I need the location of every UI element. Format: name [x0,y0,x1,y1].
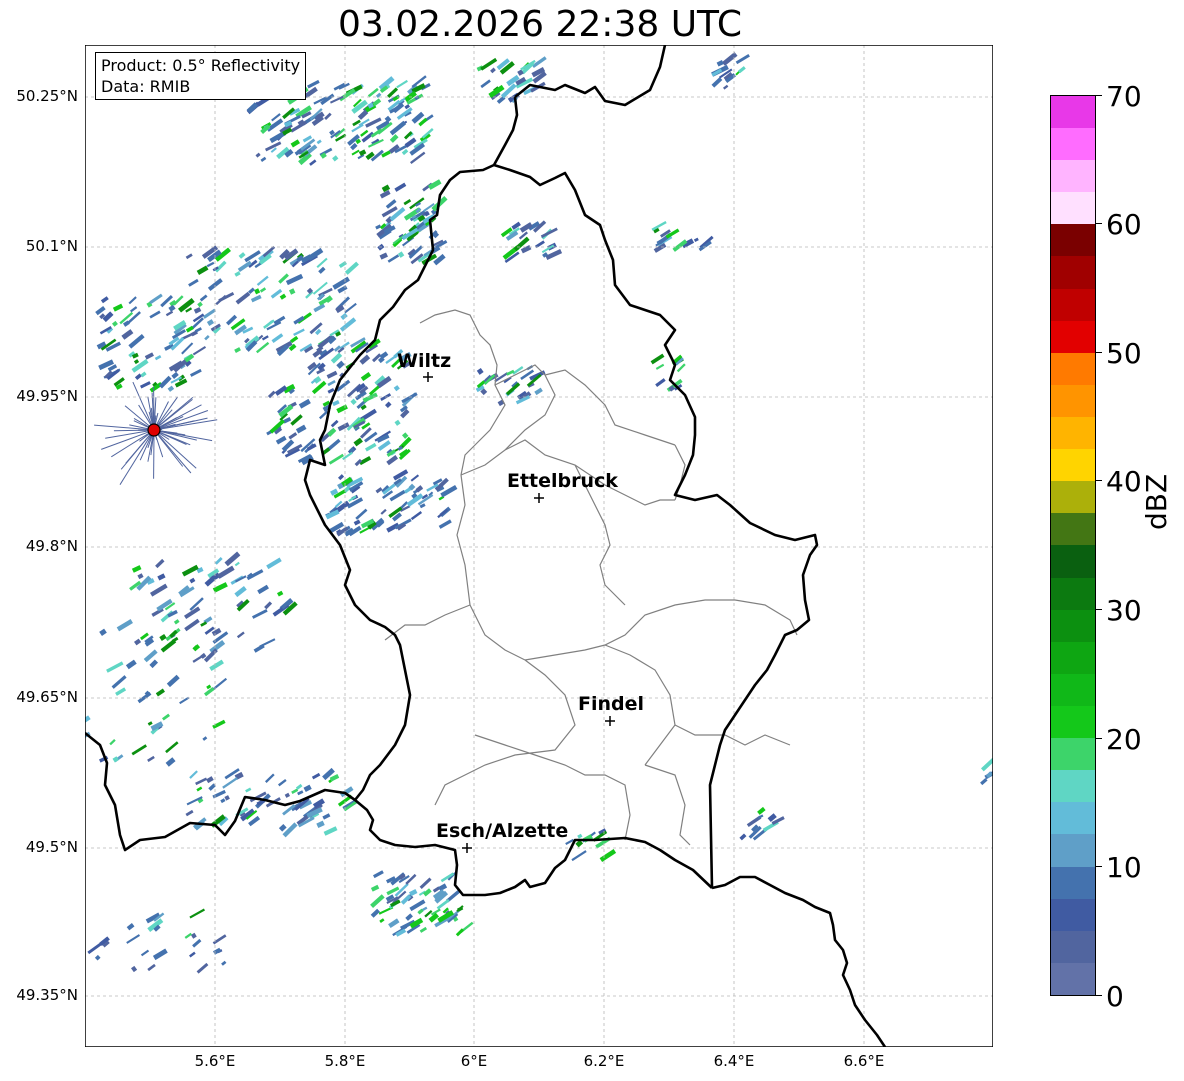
colorbar-segment [1051,770,1095,803]
lat-label-49.5: 49.5°N [25,838,78,856]
lon-label-5.6: 5.6°E [194,1052,236,1070]
colorbar-segment [1051,449,1095,482]
map-title: 03.02.2026 22:38 UTC [337,4,743,45]
colorbar-segment [1051,224,1095,257]
colorbar-segment [1051,256,1095,289]
radar-map [85,45,993,1047]
colorbar-segment [1051,898,1095,931]
colorbar-segment [1051,128,1095,161]
lat-label-49.65: 49.65°N [16,688,78,706]
colorbar-segment [1051,160,1095,193]
colorbar-segment [1051,545,1095,578]
product-label: Product: 0.5° Reflectivity [101,56,301,75]
colorbar-segment [1051,706,1095,739]
lat-label-49.95: 49.95°N [16,387,78,405]
colorbar-segment [1051,481,1095,514]
lat-label-49.35: 49.35°N [16,986,78,1004]
colorbar-segment [1051,641,1095,674]
clutter-ray [113,429,150,432]
colorbar-tick [1096,352,1102,353]
colorbar-label-60: 60 [1106,208,1142,241]
lon-label-6.0: 6°E [460,1052,488,1070]
city-label-findel: Findel [578,693,645,715]
lat-label-49.8: 49.8°N [25,537,78,555]
colorbar-segment [1051,673,1095,707]
colorbar-label-30: 30 [1106,594,1142,627]
colorbar-segment [1051,288,1095,321]
data-source-label: Data: RMIB [101,77,191,96]
colorbar-segment [1051,577,1095,610]
lon-label-5.8: 5.8°E [324,1052,366,1070]
colorbar-segment [1051,866,1095,899]
colorbar-tick [1096,866,1102,867]
colorbar-segment [1051,95,1095,129]
colorbar-segment [1051,930,1095,963]
colorbar-label-20: 20 [1106,723,1142,756]
colorbar-segment [1051,738,1095,771]
lon-label-6.4: 6.4°E [713,1052,755,1070]
colorbar-segment [1051,962,1095,995]
colorbar-tick [1096,223,1102,224]
radar-site-marker [147,423,161,437]
colorbar-label-50: 50 [1106,337,1142,370]
product-info-box: Product: 0.5° Reflectivity Data: RMIB [95,52,307,100]
colorbar-segment [1051,802,1095,835]
lon-label-6.2: 6.2°E [583,1052,625,1070]
colorbar-segment [1051,834,1095,867]
colorbar-tick [1096,995,1102,996]
lon-label-6.6: 6.6°E [843,1052,885,1070]
city-label-esch-alzette: Esch/Alzette [436,820,569,842]
lat-label-50.25: 50.25°N [16,87,78,105]
colorbar-unit-label: dBZ [1140,473,1173,530]
colorbar-label-70: 70 [1106,80,1142,113]
colorbar-segment [1051,609,1095,642]
colorbar-segment [1051,417,1095,450]
colorbar-label-0: 0 [1106,980,1124,1013]
colorbar-segment [1051,384,1095,418]
colorbar-tick [1096,609,1102,610]
lat-label-50.1: 50.1°N [25,237,78,255]
city-label-ettelbruck: Ettelbruck [507,470,618,492]
colorbar-label-10: 10 [1106,851,1142,884]
colorbar-segment [1051,352,1095,385]
colorbar-segment [1051,320,1095,353]
colorbar-segment [1051,192,1095,225]
colorbar-tick [1096,738,1102,739]
city-label-wiltz: Wiltz [397,350,452,372]
colorbar [1050,95,1096,996]
colorbar-label-40: 40 [1106,465,1142,498]
colorbar-segment [1051,513,1095,546]
colorbar-tick [1096,95,1102,96]
colorbar-tick [1096,480,1102,481]
